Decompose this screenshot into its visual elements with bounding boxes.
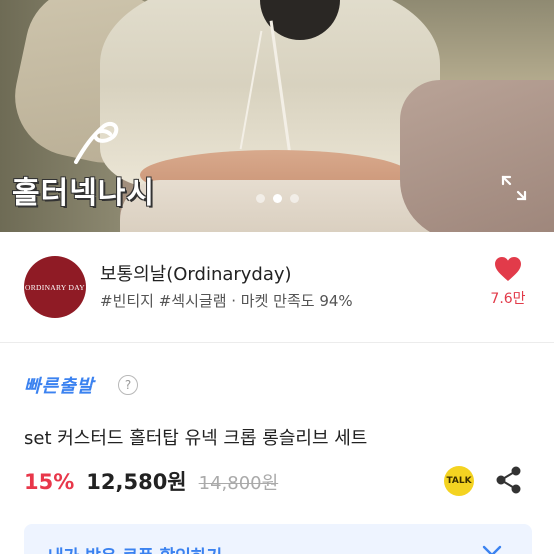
product-image[interactable]: 홀터넥나시 [0, 0, 554, 232]
coupon-text: 내가 받은 쿠폰 할인하기 [48, 542, 222, 554]
carousel-dot-active[interactable] [272, 194, 282, 203]
help-icon[interactable]: ? [118, 375, 138, 395]
image-pants [120, 180, 440, 232]
carousel-dots [0, 194, 554, 203]
expand-icon[interactable] [500, 174, 528, 202]
shop-logo-text: ORDINARY DAY [25, 282, 85, 292]
talk-label: TALK [446, 476, 472, 486]
shop-tags: #빈티지 #섹시글램 · 마켓 만족도 94% [100, 292, 353, 310]
like-count: 7.6만 [490, 291, 526, 307]
chevron-down-icon [482, 545, 502, 554]
share-icon[interactable] [496, 466, 522, 494]
image-caption: 홀터넥나시 [12, 176, 155, 211]
shop-name[interactable]: 보통의날(Ordinaryday) [100, 260, 292, 286]
price-row: 15% 12,580원 14,800원 [24, 466, 278, 496]
sale-price: 12,580원 [86, 470, 187, 494]
image-bag [400, 80, 554, 232]
shop-info[interactable]: ORDINARY DAY 보통의날(Ordinaryday) #빈티지 #섹시글… [0, 232, 554, 342]
discount-rate: 15% [24, 470, 75, 494]
squiggle-icon [74, 122, 119, 164]
coupon-button[interactable]: 내가 받은 쿠폰 할인하기 [24, 524, 532, 554]
carousel-dot[interactable] [255, 194, 265, 203]
fast-shipping-badge: 빠른출발 [24, 376, 95, 397]
product-title: set 커스터드 홀터탑 유넥 크롭 롱슬리브 세트 [24, 428, 368, 449]
divider [0, 342, 554, 343]
original-price: 14,800원 [198, 473, 279, 494]
kakao-talk-icon[interactable]: TALK [444, 466, 474, 496]
carousel-dot[interactable] [289, 194, 299, 203]
shop-logo[interactable]: ORDINARY DAY [24, 256, 86, 318]
like-button[interactable]: 7.6만 [480, 256, 536, 308]
heart-icon[interactable] [494, 256, 522, 282]
